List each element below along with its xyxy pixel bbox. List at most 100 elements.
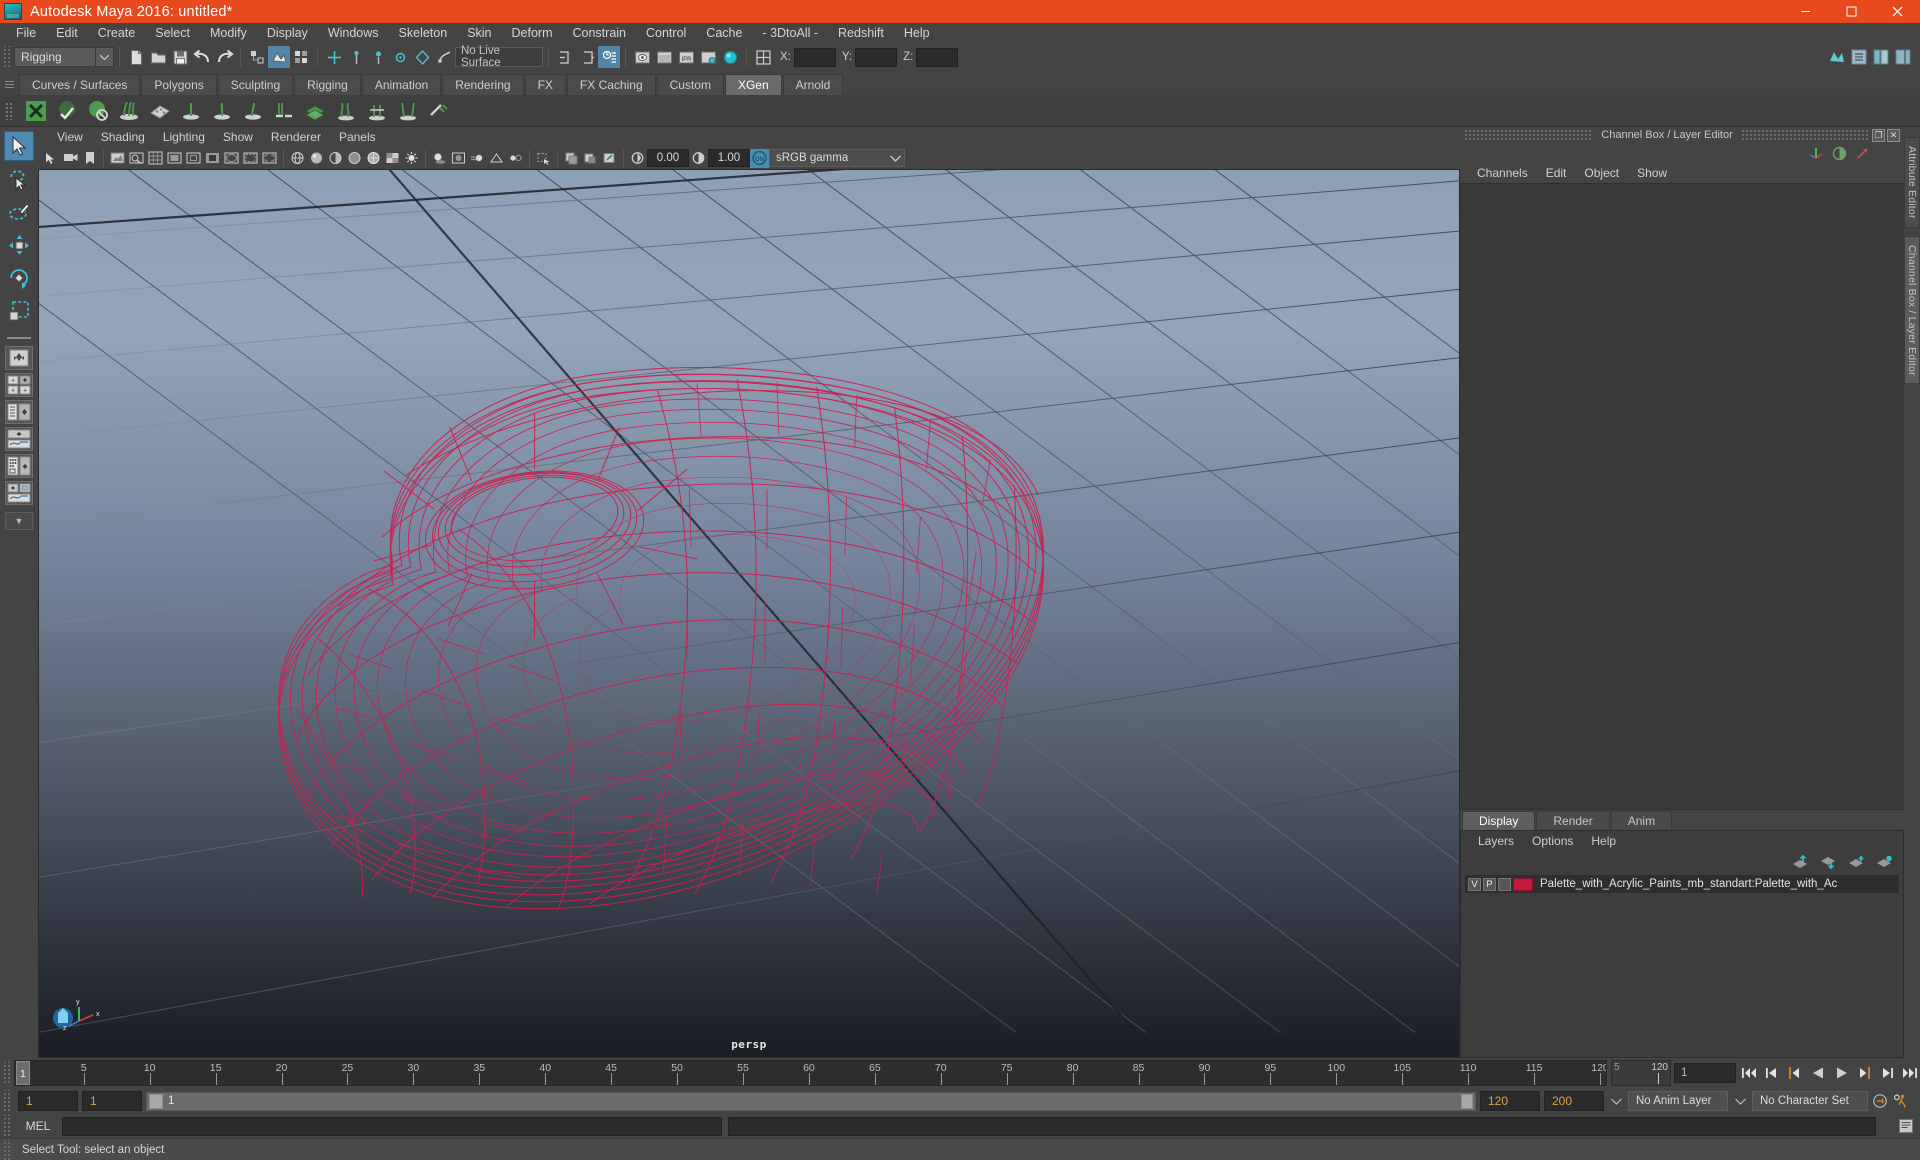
range-slider-grip[interactable] (2, 1090, 11, 1112)
snap-to-view-plane-icon[interactable] (411, 46, 433, 68)
go-to-end-icon[interactable] (1900, 1062, 1920, 1084)
command-line-grip[interactable] (2, 1115, 11, 1137)
shelf-grip[interactable] (4, 73, 15, 95)
scale-tool[interactable] (4, 296, 34, 326)
play-backwards-icon[interactable] (1808, 1062, 1828, 1084)
layer-state-toggle[interactable] (1498, 877, 1511, 891)
animation-preferences-icon[interactable] (1892, 1091, 1908, 1111)
menu-3dtoall[interactable]: - 3DtoAll - (752, 23, 828, 43)
layer-visibility-toggle[interactable]: V (1468, 877, 1481, 891)
field-chart-icon[interactable] (222, 149, 241, 168)
viewport-menu-lighting[interactable]: Lighting (154, 127, 214, 147)
save-scene-icon[interactable] (169, 46, 191, 68)
snap-to-grid-icon[interactable] (323, 46, 345, 68)
four-view-layout[interactable]: + + + (5, 373, 33, 397)
help-line-grip[interactable] (2, 1138, 11, 1160)
shelf-tab-custom[interactable]: Custom (656, 74, 724, 95)
xgen-sphere-deny-icon[interactable] (83, 96, 113, 126)
time-range-mini[interactable]: 5 120 (1611, 1060, 1671, 1086)
panel-drag-dots-left[interactable] (1464, 130, 1594, 140)
open-node-editor-icon[interactable] (576, 46, 598, 68)
two-d-pan-zoom-icon[interactable] (127, 149, 146, 168)
xgen-groom-icon[interactable] (114, 96, 144, 126)
xgen-clump-icon[interactable] (269, 96, 299, 126)
shelf-tab-animation[interactable]: Animation (361, 74, 442, 95)
resolution-gate-icon[interactable] (184, 149, 203, 168)
viewport-menu-show[interactable]: Show (214, 127, 262, 147)
tab-display[interactable]: Display (1462, 811, 1536, 830)
smooth-shade-selected-icon[interactable] (326, 149, 345, 168)
snap-to-projected-center-icon[interactable] (389, 46, 411, 68)
anim-layer-selector[interactable]: No Anim Layer (1628, 1091, 1728, 1111)
outliner-persp-layout[interactable] (5, 400, 33, 424)
viewport-menu-panels[interactable]: Panels (330, 127, 385, 147)
step-back-frame-icon[interactable] (1785, 1062, 1805, 1084)
open-scene-icon[interactable] (147, 46, 169, 68)
redo-icon[interactable] (213, 46, 235, 68)
screen-space-ao-icon[interactable] (449, 149, 468, 168)
shelf-tab-curves-surfaces[interactable]: Curves / Surfaces (19, 74, 141, 95)
menu-help[interactable]: Help (894, 23, 940, 43)
current-frame-field[interactable]: 1 (1674, 1063, 1736, 1083)
lasso-select-tool[interactable] (4, 164, 34, 194)
menu-create[interactable]: Create (88, 23, 146, 43)
open-outliner-icon[interactable] (554, 46, 576, 68)
gamma-icon[interactable] (689, 149, 708, 168)
single-perspective-layout[interactable] (5, 346, 33, 370)
wireframe-on-shaded-icon[interactable] (364, 149, 383, 168)
xgen-width-icon[interactable] (238, 96, 268, 126)
shadows-icon[interactable] (430, 149, 449, 168)
flat-shade-icon[interactable] (345, 149, 364, 168)
new-layer-icon[interactable] (1847, 855, 1865, 869)
more-layouts-button[interactable]: ▼ (5, 512, 33, 530)
maximize-button[interactable] (1828, 0, 1874, 23)
auto-keyframe-icon[interactable] (1872, 1091, 1888, 1111)
multisample-aa-icon[interactable] (487, 149, 506, 168)
exposure-value-field[interactable]: 0.00 (647, 149, 689, 167)
camera-attributes-icon[interactable] (61, 149, 80, 168)
shelf-tab-fx[interactable]: FX (524, 74, 566, 95)
new-scene-icon[interactable] (125, 46, 147, 68)
xgen-part-icon[interactable] (393, 96, 423, 126)
play-forwards-icon[interactable] (1831, 1062, 1851, 1084)
new-layer-from-selected-icon[interactable] (1875, 855, 1893, 869)
playback-start-time-field[interactable]: 1 (82, 1091, 142, 1111)
snap-to-point-icon[interactable] (367, 46, 389, 68)
step-forward-keyframe-icon[interactable] (1877, 1062, 1897, 1084)
move-tool[interactable] (4, 230, 34, 260)
select-camera-icon[interactable] (42, 149, 61, 168)
go-to-start-icon[interactable] (1739, 1062, 1759, 1084)
layer-row[interactable]: V P Palette_with_Acrylic_Paints_mb_stand… (1465, 875, 1899, 893)
shelf-tab-arnold[interactable]: Arnold (782, 74, 844, 95)
image-plane-icon[interactable] (108, 149, 127, 168)
xgen-map-icon[interactable] (145, 96, 175, 126)
statusline-grip[interactable] (2, 46, 11, 68)
command-input-field[interactable] (62, 1116, 722, 1136)
xgen-cut-icon[interactable] (362, 96, 392, 126)
show-hide-channel-box-icon[interactable] (1892, 46, 1914, 68)
menu-select[interactable]: Select (145, 23, 200, 43)
open-attribute-editor-icon[interactable] (598, 46, 620, 68)
range-slider-left-handle[interactable] (149, 1093, 163, 1109)
xgen-x-icon[interactable] (21, 96, 51, 126)
hypershade-icon[interactable] (719, 46, 741, 68)
show-hide-attribute-editor-icon[interactable] (1848, 46, 1870, 68)
xgen-noise-icon[interactable] (331, 96, 361, 126)
select-by-object-type-icon[interactable] (268, 46, 290, 68)
xgen-sphere-check-icon[interactable] (52, 96, 82, 126)
axis-gizmo-icon[interactable] (1808, 145, 1824, 161)
menu-edit[interactable]: Edit (46, 23, 88, 43)
menu-deform[interactable]: Deform (502, 23, 563, 43)
render-view-icon[interactable] (631, 46, 653, 68)
time-slider-track[interactable]: 1 5 10 15 20 25 30 35 40 45 50 55 60 65 70 75 80 85 90 95 1… (14, 1060, 1607, 1086)
xgen-density-icon[interactable] (176, 96, 206, 126)
viewport-menu-view[interactable]: View (48, 127, 92, 147)
menu-redshift[interactable]: Redshift (828, 23, 894, 43)
channel-box-attribute-area[interactable] (1460, 183, 1904, 810)
toggle-editors-icon[interactable] (752, 46, 774, 68)
rotate-tool[interactable] (4, 263, 34, 293)
minimize-button[interactable] (1782, 0, 1828, 23)
step-forward-frame-icon[interactable] (1854, 1062, 1874, 1084)
menu-file[interactable]: File (6, 23, 46, 43)
close-button[interactable] (1874, 0, 1920, 23)
